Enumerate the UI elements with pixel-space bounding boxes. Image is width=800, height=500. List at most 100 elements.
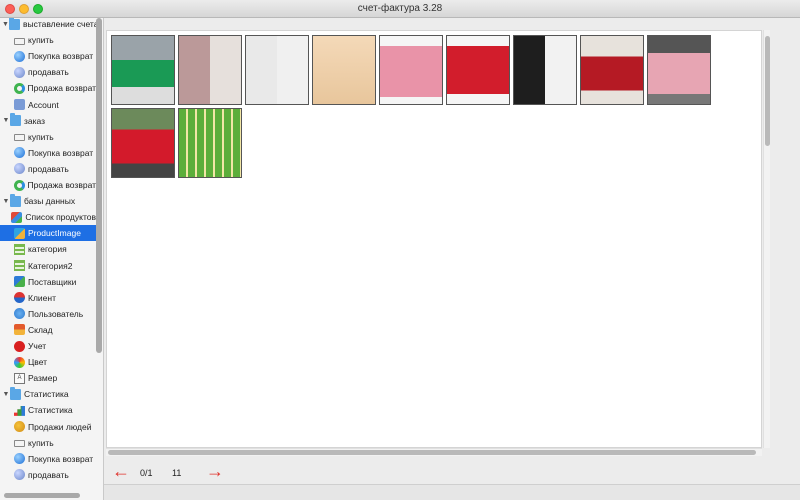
sidebar-item-1[interactable]: купить	[0, 32, 96, 48]
products-icon	[11, 211, 23, 223]
globe-icon	[14, 147, 25, 159]
image-count: 11	[172, 468, 182, 478]
sidebar-item-label: Продажи людей	[28, 421, 92, 432]
black-white-tops-photo[interactable]	[513, 35, 577, 105]
sidebar-item-12[interactable]: Список продуктов	[0, 209, 96, 225]
sidebar-item-0[interactable]: ▼ выставление счета	[0, 18, 96, 32]
sidebar: ▼ выставление счета купить Покупка возврат п…	[0, 18, 104, 500]
sidebar-item-15[interactable]: Категория2	[0, 258, 96, 274]
sidebar-item-label: Account	[28, 99, 59, 110]
gallery-horizontal-scroll-thumb[interactable]	[108, 450, 756, 455]
gallery-horizontal-scrollbar[interactable]	[106, 448, 762, 456]
disclosure-triangle-icon[interactable]: ▼	[2, 391, 10, 398]
image-gallery	[106, 30, 762, 448]
sidebar-item-25[interactable]: Продажи людей	[0, 419, 96, 435]
globe-icon	[14, 50, 25, 62]
sidebar-item-9[interactable]: продавать	[0, 161, 96, 177]
refresh-icon	[13, 82, 25, 94]
list-icon	[14, 260, 25, 271]
cart-icon	[14, 440, 25, 448]
sidebar-horizontal-scrollbar[interactable]	[4, 493, 80, 498]
people-sales-icon	[14, 421, 25, 432]
sidebar-item-23[interactable]: ▼ Статистика	[0, 386, 96, 402]
sidebar-item-label: Цвет	[28, 357, 48, 368]
sidebar-item-16[interactable]: Поставщики	[0, 274, 96, 290]
sidebar-item-10[interactable]: Продажа возврат	[0, 177, 96, 193]
list-icon	[14, 243, 25, 255]
sidebar-item-label: продавать	[28, 163, 69, 174]
sidebar-item-4[interactable]: Продажа возврат	[0, 80, 96, 96]
sidebar-item-17[interactable]: Клиент	[0, 290, 96, 306]
red-blouse-photo[interactable]	[580, 35, 644, 105]
sidebar-item-19[interactable]: Склад	[0, 322, 96, 338]
window-title: счет-фактура 3.28	[357, 3, 443, 14]
sidebar-item-label: купить	[28, 131, 54, 142]
disclosure-triangle-icon[interactable]: ▼	[2, 21, 9, 28]
image-icon	[14, 227, 25, 239]
pink-dress-photo[interactable]	[647, 35, 711, 105]
left-arrow-icon[interactable]: ←	[112, 462, 130, 480]
sidebar-item-label: заказ	[24, 115, 46, 126]
sidebar-item-label: купить	[28, 35, 54, 46]
sidebar-item-24[interactable]: Статистика	[0, 402, 96, 418]
sidebar-item-label: ProductImage	[28, 228, 81, 239]
disclosure-triangle-icon[interactable]: ▼	[2, 198, 10, 205]
refresh-icon	[13, 179, 25, 191]
sidebar-item-label: выставление счета	[22, 19, 96, 29]
red-jacket-outdoor-photo[interactable]	[111, 108, 175, 178]
sidebar-item-27[interactable]: Покупка возврат	[0, 451, 96, 467]
sidebar-item-label: Статистика	[24, 389, 69, 400]
pink-puffer-photo[interactable]	[379, 35, 443, 105]
lace-blouse-photo[interactable]	[312, 35, 376, 105]
sidebar-item-label: купить	[28, 437, 54, 448]
sidebar-item-26[interactable]: купить	[0, 435, 96, 451]
sidebar-item-label: категория	[28, 244, 67, 255]
account-icon	[14, 99, 25, 110]
sidebar-item-11[interactable]: ▼ базы данных	[0, 193, 96, 209]
sidebar-item-14[interactable]: категория	[0, 241, 96, 257]
sidebar-item-13[interactable]: ProductImage	[0, 225, 96, 242]
cart-icon	[14, 37, 25, 45]
sidebar-vertical-scrollbar[interactable]	[96, 18, 102, 353]
red-puffer-photo[interactable]	[446, 35, 510, 105]
gallery-vertical-scroll-thumb[interactable]	[765, 36, 770, 146]
sidebar-item-22[interactable]: A Размер	[0, 370, 96, 386]
brown-sweater-photo[interactable]	[178, 35, 242, 105]
sidebar-item-label: Покупка возврат	[28, 453, 94, 464]
sidebar-item-20[interactable]: Учет	[0, 338, 96, 354]
size-icon: A	[14, 372, 25, 384]
sidebar-item-7[interactable]: купить	[0, 129, 96, 145]
sidebar-item-6[interactable]: ▼ заказ	[0, 113, 96, 129]
grey-coat-photo[interactable]	[245, 35, 309, 105]
accounting-icon	[14, 340, 25, 352]
sidebar-item-label: продавать	[28, 469, 69, 480]
gallery-vertical-scrollbar[interactable]	[763, 30, 770, 448]
disclosure-triangle-icon[interactable]: ▼	[2, 117, 10, 124]
sidebar-item-label: Категория2	[28, 260, 73, 271]
green-jacket-photo[interactable]	[111, 35, 175, 105]
sidebar-item-3[interactable]: продавать	[0, 64, 96, 80]
cart-icon	[14, 134, 25, 142]
sidebar-item-label: Покупка возврат	[28, 147, 94, 158]
sidebar-item-label: Учет	[28, 341, 47, 351]
user-icon	[14, 308, 25, 320]
folder-icon	[10, 386, 21, 400]
vegetables-chart-photo[interactable]	[178, 108, 242, 178]
warehouse-icon	[14, 324, 25, 336]
sidebar-item-28[interactable]: продавать	[0, 467, 96, 483]
sidebar-item-2[interactable]: Покупка возврат	[0, 48, 96, 64]
sidebar-item-label: продавать	[28, 67, 69, 78]
sidebar-item-label: Продажа возврат	[27, 180, 96, 190]
folder-icon	[8, 18, 20, 30]
sell-icon	[14, 66, 25, 78]
color-icon	[14, 356, 25, 368]
sidebar-item-8[interactable]: Покупка возврат	[0, 145, 96, 161]
sidebar-item-18[interactable]: Пользователь	[0, 306, 96, 322]
sidebar-item-21[interactable]: Цвет	[0, 354, 96, 370]
title-bar: счет-фактура 3.28	[0, 0, 800, 18]
sidebar-item-5[interactable]: Account	[0, 97, 96, 113]
right-arrow-icon[interactable]: →	[206, 462, 224, 480]
globe-icon	[14, 453, 25, 465]
sidebar-item-label: Поставщики	[28, 276, 77, 287]
sidebar-item-label: Склад	[28, 324, 53, 335]
